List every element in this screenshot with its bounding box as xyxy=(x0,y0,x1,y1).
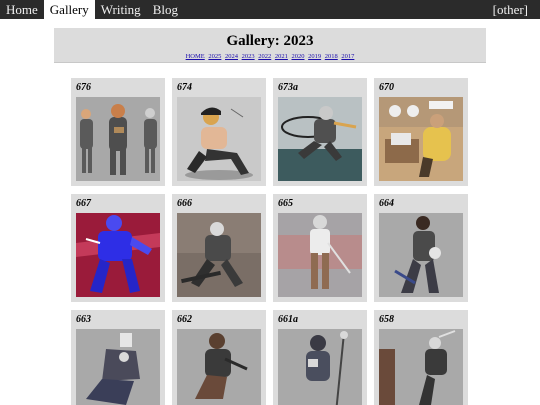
year-link-2022[interactable]: 2022 xyxy=(258,53,271,60)
gallery-card[interactable]: 662 xyxy=(172,310,266,405)
artwork-thumbnail[interactable] xyxy=(379,97,463,181)
card-label: 667 xyxy=(76,198,91,209)
year-link-2017[interactable]: 2017 xyxy=(341,53,354,60)
card-label: 662 xyxy=(177,314,192,325)
card-label: 664 xyxy=(379,198,394,209)
gallery-card[interactable]: 658 xyxy=(374,310,468,405)
gallery-card[interactable]: 663 xyxy=(71,310,165,405)
nav-home[interactable]: Home xyxy=(0,0,44,19)
card-label: 673a xyxy=(278,82,298,93)
year-link-2018[interactable]: 2018 xyxy=(325,53,338,60)
nav-other[interactable]: [other] xyxy=(487,0,534,19)
artwork-thumbnail[interactable] xyxy=(278,213,362,297)
year-link-home[interactable]: HOME xyxy=(186,53,205,60)
artwork-thumbnail[interactable] xyxy=(76,329,160,405)
artwork-thumbnail[interactable] xyxy=(379,213,463,297)
artwork-thumbnail[interactable] xyxy=(177,213,261,297)
gallery-header: Gallery: 2023 HOME 2025 2024 2023 2022 2… xyxy=(54,28,486,63)
card-label: 663 xyxy=(76,314,91,325)
year-links: HOME 2025 2024 2023 2022 2021 2020 2019 … xyxy=(54,53,486,61)
gallery-card[interactable]: 673a xyxy=(273,78,367,186)
card-label: 674 xyxy=(177,82,192,93)
nav-gallery[interactable]: Gallery xyxy=(43,0,95,19)
artwork-thumbnail[interactable] xyxy=(278,329,362,405)
top-navigation-bar: Home Gallery Writing Blog [other] xyxy=(0,0,540,19)
artwork-thumbnail[interactable] xyxy=(379,329,463,405)
gallery-card[interactable]: 670 xyxy=(374,78,468,186)
nav-writing[interactable]: Writing xyxy=(95,0,147,19)
year-link-2021[interactable]: 2021 xyxy=(275,53,288,60)
card-label: 665 xyxy=(278,198,293,209)
year-link-2024[interactable]: 2024 xyxy=(225,53,238,60)
gallery-card[interactable]: 667 xyxy=(71,194,165,302)
gallery-card[interactable]: 676 xyxy=(71,78,165,186)
artwork-thumbnail[interactable] xyxy=(278,97,362,181)
year-link-2019[interactable]: 2019 xyxy=(308,53,321,60)
gallery-card[interactable]: 666 xyxy=(172,194,266,302)
card-label: 666 xyxy=(177,198,192,209)
gallery-card[interactable]: 665 xyxy=(273,194,367,302)
year-link-2025[interactable]: 2025 xyxy=(208,53,221,60)
artwork-thumbnail[interactable] xyxy=(76,213,160,297)
year-link-2020[interactable]: 2020 xyxy=(292,53,305,60)
card-label: 661a xyxy=(278,314,298,325)
year-link-2023[interactable]: 2023 xyxy=(242,53,255,60)
gallery-card[interactable]: 661a xyxy=(273,310,367,405)
artwork-thumbnail[interactable] xyxy=(76,97,160,181)
artwork-thumbnail[interactable] xyxy=(177,329,261,405)
card-label: 670 xyxy=(379,82,394,93)
card-label: 658 xyxy=(379,314,394,325)
gallery-card[interactable]: 674 xyxy=(172,78,266,186)
nav-blog[interactable]: Blog xyxy=(147,0,184,19)
gallery-card[interactable]: 664 xyxy=(374,194,468,302)
page-title: Gallery: 2023 xyxy=(226,33,314,49)
card-label: 676 xyxy=(76,82,91,93)
artwork-thumbnail[interactable] xyxy=(177,97,261,181)
